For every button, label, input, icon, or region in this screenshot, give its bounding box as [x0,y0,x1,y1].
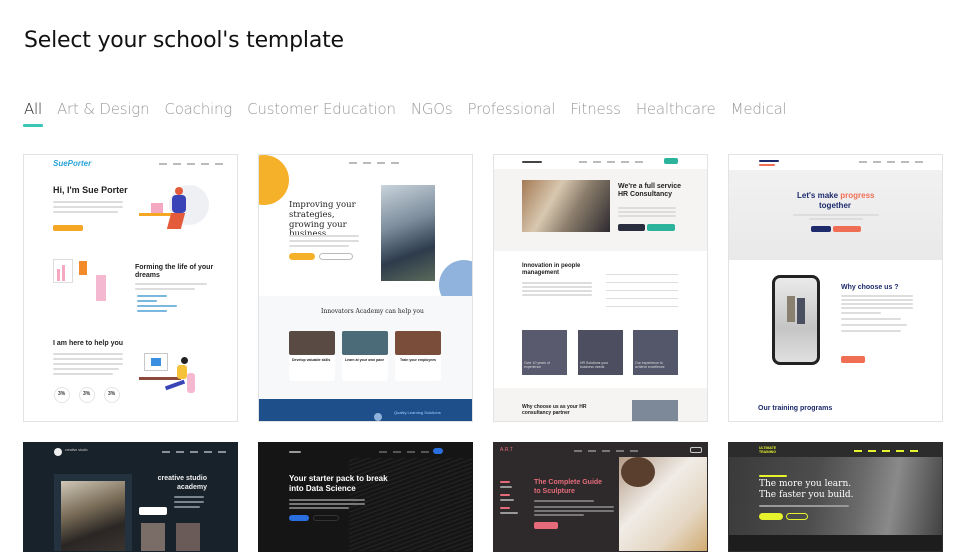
template-card-hr-consultancy[interactable]: We're a full service HR Consultancy Inno… [493,154,708,422]
template-hero-title: We're a full service HR Consultancy [618,183,682,199]
template-card-creative-studio[interactable]: creative studio creative studio academy [23,442,238,552]
template-cta-button [759,513,783,520]
template-cta-button [289,515,309,521]
template-nav [859,161,923,163]
template-card-consulting-academy[interactable]: Let's make progress together Why choose … [728,154,943,422]
template-secondary-button [786,513,808,520]
phone-mockup [772,275,820,365]
tab-coaching[interactable]: Coaching [164,100,232,128]
template-cta-button [841,356,865,363]
template-hero-title: The Complete Guide to Sculpture [534,479,603,496]
tab-ngos[interactable]: NGOs [411,100,453,128]
hero-photo [522,180,610,232]
template-logo-icon [54,448,62,456]
feature-tile: Our experience to achieve excellence [633,330,678,375]
template-card-consulting[interactable]: Improving your strategies, growing your … [258,154,473,422]
template-nav [162,451,226,453]
template-hero-title: Your starter pack to break into Data Sci… [289,474,388,494]
template-help-title: I am here to help you [53,340,124,347]
feature-tile: Over 10 years of experience [522,330,567,375]
feature-tile: HR Solutions your business needs [578,330,623,375]
hero-photo [381,185,435,281]
template-hero-title: Let's make progress [797,191,875,200]
category-tabs: All Art & Design Coaching Customer Educa… [23,100,802,128]
template-footer-title: Our training programs [758,405,833,412]
presentation-illustration-icon [51,255,111,303]
tab-fitness[interactable]: Fitness [570,100,621,128]
template-footer: Quality Learning Solutions [259,399,472,421]
template-hero-title: The more you learn. [759,479,852,489]
template-cta-button [618,224,645,231]
wave-pattern [349,458,472,551]
template-footer-title: Why choose us as your HR consultancy par… [522,404,587,416]
template-nav [579,161,643,163]
template-secondary-button [319,253,353,260]
tab-professional[interactable]: Professional [468,100,556,128]
template-nav-button [690,447,702,453]
template-card-sue-porter[interactable]: SuePorter Hi, I'm Sue Porter Forming the… [23,154,238,422]
tab-healthcare[interactable]: Healthcare [636,100,716,128]
template-nav [159,163,223,165]
hero-photo [619,457,707,551]
template-secondary-button [833,226,861,232]
template-secondary-button [313,515,339,521]
stat-circle: 3% [104,387,120,403]
template-section-title: Why choose us ? [841,284,899,291]
tab-customer-education[interactable]: Customer Education [247,100,396,128]
template-card-sculpture[interactable]: A.R.T The Complete Guide to Sculpture [493,442,708,552]
template-section-title: Innovation in people management [522,263,581,277]
template-cta-button [289,253,315,260]
template-nav [349,162,399,164]
template-card-data-science[interactable]: Your starter pack to break into Data Sci… [258,442,473,552]
template-secondary-button [647,224,675,231]
tab-medical[interactable]: Medical [731,100,787,128]
template-nav [379,451,429,453]
template-nav [854,450,918,452]
template-section-title: Forming the life of your dreams [135,264,214,279]
template-cta-button [534,522,558,529]
accordion-list [606,267,678,307]
template-logo: SuePorter [53,159,92,168]
template-cta-button [811,226,831,232]
template-card-ultimate-training[interactable]: ULTIMATE TRAINING The more you learn. Th… [728,442,943,552]
tab-all[interactable]: All [23,100,43,128]
template-hero-title: Hi, I'm Sue Porter [53,185,128,195]
stat-circle: 3% [79,387,95,403]
template-hero-title: creative studio academy [157,475,207,492]
template-cta-button [53,225,83,231]
template-logo: A.R.T [500,447,513,453]
page-title: Select your school's template [24,28,344,53]
stat-circle: 3% [54,387,70,403]
computer-illustration-icon [139,353,199,405]
template-nav-button [433,448,443,454]
decorative-circle [259,155,289,205]
desk-illustration-icon [139,185,209,237]
tab-art-design[interactable]: Art & Design [57,100,150,128]
template-nav-button [664,158,678,164]
template-nav [574,450,638,452]
template-section-title: Innovators Academy can help you [321,308,424,315]
template-cta-button [139,507,167,515]
template-logo: ULTIMATE TRAINING [759,446,777,454]
